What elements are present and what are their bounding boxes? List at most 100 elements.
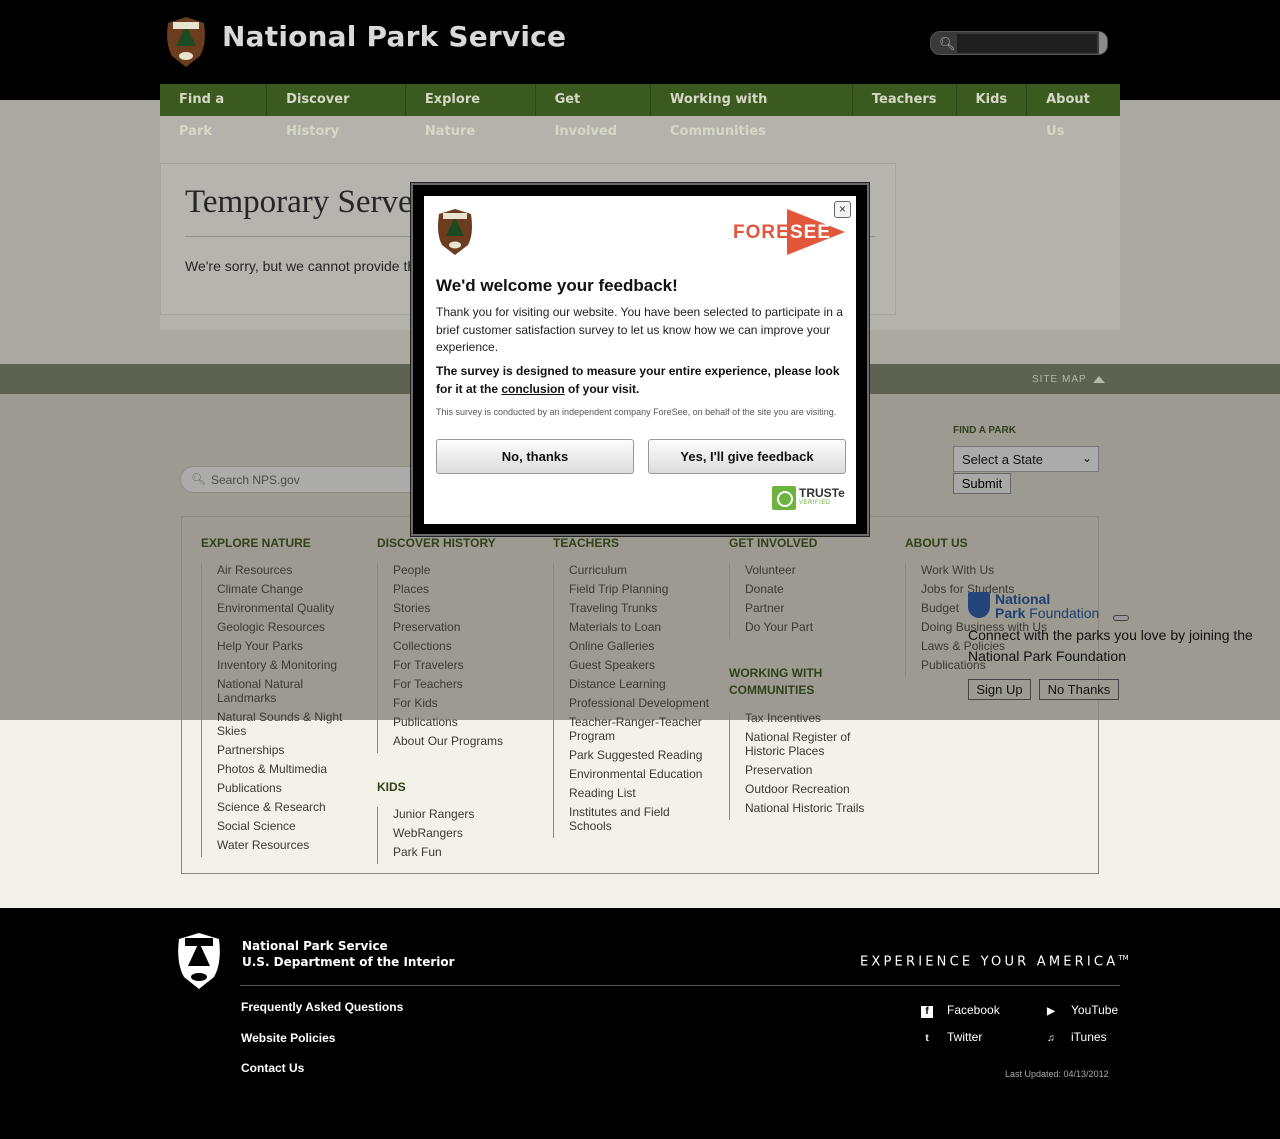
nps-arrowhead-logo[interactable]	[176, 932, 222, 990]
truste-verified: VERIFIED	[799, 500, 831, 506]
link-air-resources[interactable]: Air Resources	[217, 563, 367, 577]
search-icon[interactable]: 🔍︎	[939, 36, 956, 52]
music-note-icon: ♫	[1047, 1033, 1055, 1044]
social-facebook[interactable]: f Facebook	[921, 1003, 1000, 1018]
nav-teachers[interactable]: Teachers	[853, 84, 957, 116]
link-partnerships[interactable]: Partnerships	[217, 743, 367, 757]
truste-badge[interactable]: TRUSTe VERIFIED	[772, 486, 846, 510]
link-reading-list[interactable]: Reading List	[569, 786, 719, 800]
link-volunteer[interactable]: Volunteer	[745, 563, 895, 577]
link-preservation[interactable]: Preservation	[393, 620, 543, 634]
col-heading-teachers[interactable]: TEACHERS	[553, 535, 693, 552]
nps-search-input[interactable]: 🔍︎ Search NPS.gov	[180, 466, 420, 493]
link-environmental-quality[interactable]: Environmental Quality	[217, 601, 367, 615]
link-park-suggested-reading[interactable]: Park Suggested Reading	[569, 748, 719, 762]
nav-about-us[interactable]: About Us	[1027, 84, 1120, 139]
list-working-with-communities: Tax Incentives National Register of Hist…	[729, 711, 895, 820]
link-geologic-resources[interactable]: Geologic Resources	[217, 620, 367, 634]
link-natural-sounds[interactable]: Natural Sounds & Night Skies	[217, 710, 352, 738]
link-publications[interactable]: Publications	[393, 715, 543, 729]
link-online-galleries[interactable]: Online Galleries	[569, 639, 719, 653]
npf-logo-text[interactable]: National Park Foundation	[995, 592, 1099, 620]
no-thanks-button[interactable]: No, thanks	[436, 439, 634, 474]
link-partner[interactable]: Partner	[745, 601, 895, 615]
col-heading-working-with-communities[interactable]: WORKING WITH COMMUNITIES	[729, 665, 839, 699]
sitemap-toggle[interactable]: SITE MAP	[1032, 374, 1087, 385]
link-environmental-education[interactable]: Environmental Education	[569, 767, 729, 781]
link-about-our-programs[interactable]: About Our Programs	[393, 734, 543, 748]
link-institutes-field-schools[interactable]: Institutes and Field Schools	[569, 805, 689, 833]
link-donate[interactable]: Donate	[745, 582, 895, 596]
nps-arrowhead-logo	[438, 209, 472, 255]
link-climate-change[interactable]: Climate Change	[217, 582, 367, 596]
link-photos-multimedia[interactable]: Photos & Multimedia	[217, 762, 367, 776]
col-heading-about-us[interactable]: ABOUT US	[905, 535, 1045, 552]
link-publications[interactable]: Publications	[217, 781, 367, 795]
chevron-up-icon[interactable]	[1093, 376, 1105, 383]
link-traveling-trunks[interactable]: Traveling Trunks	[569, 601, 719, 615]
link-webrangers[interactable]: WebRangers	[393, 826, 543, 840]
npf-no-thanks-button[interactable]: No Thanks	[1039, 679, 1119, 700]
modal-intro: Thank you for visiting our website. You …	[436, 305, 843, 354]
link-do-your-part[interactable]: Do Your Part	[745, 620, 895, 634]
link-collections[interactable]: Collections	[393, 639, 543, 653]
npf-close-button[interactable]	[1113, 615, 1129, 621]
link-teacher-ranger-teacher[interactable]: Teacher-Ranger-Teacher Program	[569, 715, 709, 743]
link-places[interactable]: Places	[393, 582, 543, 596]
link-help-your-parks[interactable]: Help Your Parks	[217, 639, 367, 653]
col-heading-kids[interactable]: KIDS	[377, 779, 517, 796]
link-materials-to-loan[interactable]: Materials to Loan	[569, 620, 719, 634]
link-distance-learning[interactable]: Distance Learning	[569, 677, 719, 691]
nps-arrowhead-logo[interactable]	[165, 16, 207, 68]
social-youtube[interactable]: ▶ YouTube	[1045, 1003, 1118, 1018]
header-search[interactable]: 🔍︎	[930, 31, 1108, 55]
link-preservation[interactable]: Preservation	[745, 763, 895, 777]
find-park-submit-button[interactable]: Submit	[953, 473, 1011, 494]
youtube-icon: ▶	[1047, 1006, 1055, 1017]
close-icon[interactable]: ×	[834, 201, 851, 218]
link-national-register[interactable]: National Register of Historic Places	[745, 730, 865, 758]
link-outdoor-recreation[interactable]: Outdoor Recreation	[745, 782, 895, 796]
link-science-research[interactable]: Science & Research	[217, 800, 367, 814]
npf-signup-button[interactable]: Sign Up	[968, 679, 1031, 700]
state-select[interactable]: Select a State ⌄	[953, 446, 1099, 472]
link-professional-development[interactable]: Professional Development	[569, 696, 729, 710]
social-itunes[interactable]: ♫ iTunes	[1045, 1030, 1106, 1045]
link-national-historic-trails[interactable]: National Historic Trails	[745, 801, 895, 815]
link-people[interactable]: People	[393, 563, 543, 577]
footer-link-contact-us[interactable]: Contact Us	[241, 1061, 304, 1075]
footer-org-name: National Park Service	[242, 939, 388, 953]
link-work-with-us[interactable]: Work With Us	[921, 563, 1071, 577]
col-heading-get-involved[interactable]: GET INVOLVED	[729, 535, 869, 552]
nav-kids[interactable]: Kids	[957, 84, 1028, 116]
link-for-teachers[interactable]: For Teachers	[393, 677, 543, 691]
nav-discover-history[interactable]: Discover History	[267, 84, 406, 139]
link-field-trip-planning[interactable]: Field Trip Planning	[569, 582, 719, 596]
link-water-resources[interactable]: Water Resources	[217, 838, 367, 852]
modal-heading: We'd welcome your feedback!	[436, 276, 678, 295]
search-submit-cap[interactable]	[1099, 32, 1107, 54]
nav-find-a-park[interactable]: Find a Park	[160, 84, 268, 139]
link-social-science[interactable]: Social Science	[217, 819, 367, 833]
link-inventory-monitoring[interactable]: Inventory & Monitoring	[217, 658, 367, 672]
link-stories[interactable]: Stories	[393, 601, 543, 615]
link-guest-speakers[interactable]: Guest Speakers	[569, 658, 719, 672]
give-feedback-button[interactable]: Yes, I'll give feedback	[648, 439, 846, 474]
link-park-fun[interactable]: Park Fun	[393, 845, 543, 859]
link-tax-incentives[interactable]: Tax Incentives	[745, 711, 895, 725]
nav-explore-nature[interactable]: Explore Nature	[406, 84, 536, 139]
footer-link-faq[interactable]: Frequently Asked Questions	[241, 1000, 403, 1014]
social-twitter[interactable]: t Twitter	[921, 1030, 982, 1045]
link-for-travelers[interactable]: For Travelers	[393, 658, 543, 672]
header-search-input[interactable]	[957, 34, 1097, 53]
link-junior-rangers[interactable]: Junior Rangers	[393, 807, 543, 821]
col-heading-explore-nature[interactable]: EXPLORE NATURE	[201, 535, 341, 552]
link-national-natural-landmarks[interactable]: National Natural Landmarks	[217, 677, 337, 705]
footer-link-website-policies[interactable]: Website Policies	[241, 1031, 335, 1045]
link-curriculum[interactable]: Curriculum	[569, 563, 719, 577]
nav-get-involved[interactable]: Get Involved	[536, 84, 652, 139]
link-for-kids[interactable]: For Kids	[393, 696, 543, 710]
nav-working-with-communities[interactable]: Working with Communities	[651, 84, 853, 139]
col-heading-discover-history[interactable]: DISCOVER HISTORY	[377, 535, 517, 552]
site-title[interactable]: National Park Service	[222, 20, 566, 53]
